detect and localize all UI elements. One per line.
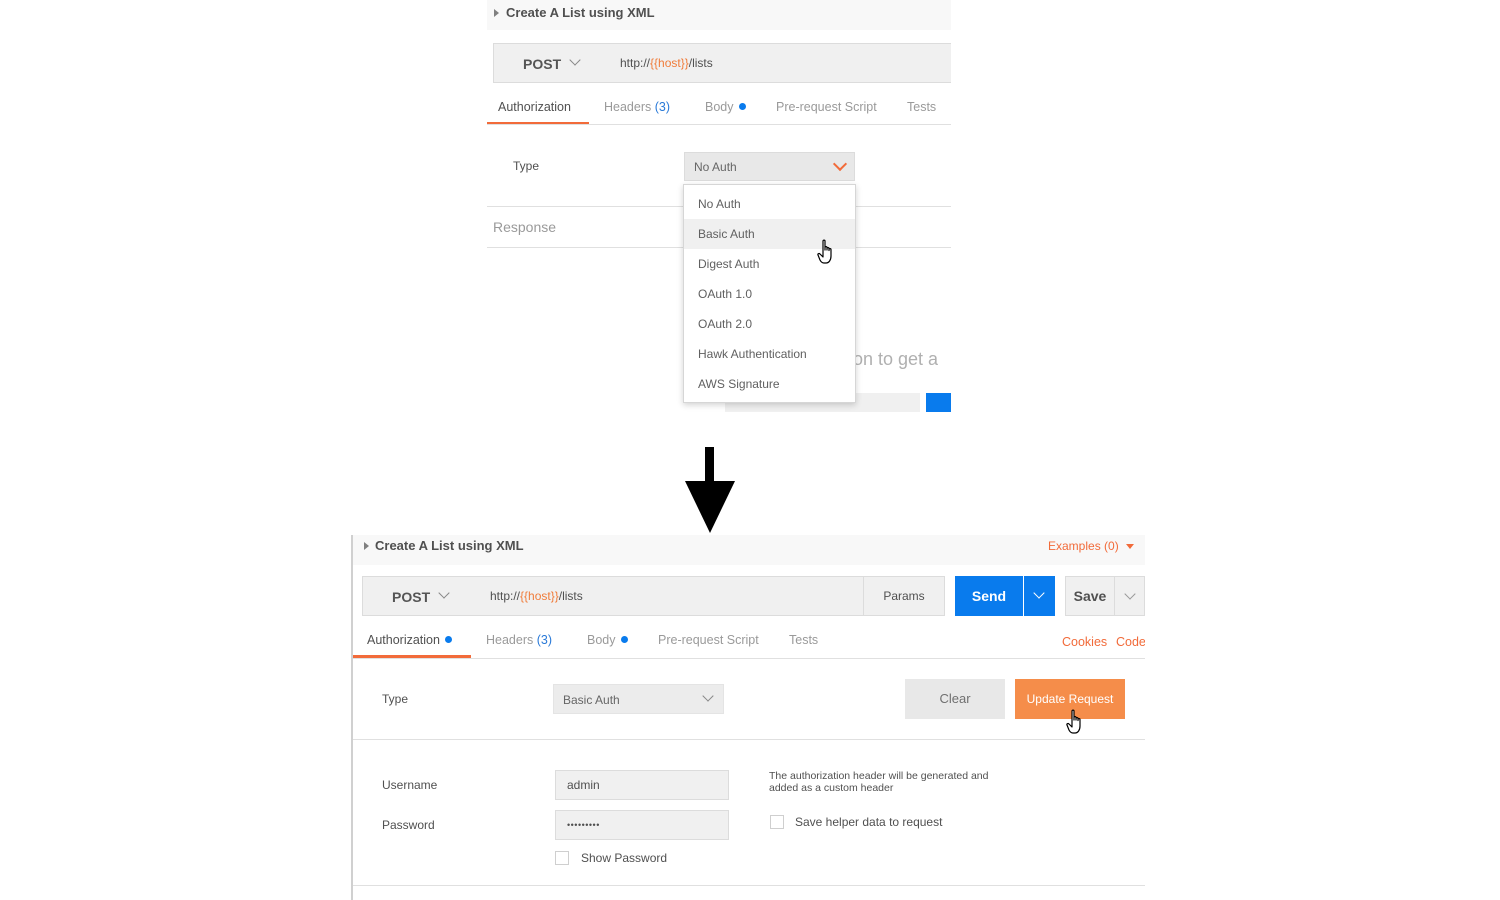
tab-headers-label: Headers (486, 633, 534, 647)
password-field[interactable]: ••••••••• (555, 810, 729, 840)
update-request-label: Update Request (1026, 692, 1114, 706)
clear-button[interactable]: Clear (905, 679, 1005, 719)
after-panel: Create A List using XML Examples (0) POS… (351, 535, 1145, 900)
pointer-hand-icon (817, 239, 832, 264)
request-title[interactable]: Create A List using XML (506, 5, 655, 20)
auth-type-value: Basic Auth (563, 693, 620, 707)
down-arrow-shaft (705, 447, 714, 483)
tab-body[interactable]: Body (705, 100, 746, 114)
before-panel: Create A List using XML POST http://{{ho… (487, 0, 951, 420)
modified-dot-icon (738, 103, 746, 110)
url-variable: {{host}} (650, 56, 689, 70)
auth-type-select[interactable]: No Auth (684, 152, 855, 181)
tab-tests[interactable]: Tests (907, 100, 936, 114)
password-label: Password (382, 818, 435, 832)
chevron-down-icon (832, 156, 848, 172)
username-label: Username (382, 778, 438, 792)
modified-dot-icon (620, 636, 628, 643)
bottom-divider (353, 885, 1145, 886)
tab-body-label: Body (587, 633, 616, 647)
tab-headers-count: (3) (654, 100, 671, 114)
menu-item-oauth1[interactable]: OAuth 1.0 (684, 279, 855, 309)
tab-headers-count: (3) (536, 633, 553, 647)
blue-button-fragment[interactable] (926, 393, 951, 412)
type-label: Type (513, 159, 540, 173)
send-hint-text: tton to get a (843, 349, 939, 369)
auth-info-line-2: added as a custom header (769, 782, 894, 794)
tab-tests[interactable]: Tests (789, 633, 818, 647)
username-value: admin (567, 778, 600, 792)
tab-headers-label: Headers (604, 100, 652, 114)
params-button[interactable]: Params (863, 576, 945, 616)
chevron-down-icon (569, 54, 581, 66)
save-helper-checkbox[interactable] (770, 815, 784, 829)
save-options-button[interactable] (1114, 576, 1145, 616)
request-title[interactable]: Create A List using XML (375, 538, 524, 553)
method-select[interactable]: POST (362, 576, 480, 616)
down-arrow-icon (685, 481, 735, 533)
send-button[interactable]: Send (955, 576, 1023, 616)
menu-item-no-auth[interactable]: No Auth (684, 189, 855, 219)
tab-body[interactable]: Body (587, 633, 628, 647)
url-prefix: http:// (490, 589, 521, 603)
tab-authorization[interactable]: Authorization (367, 633, 452, 647)
examples-label: Examples (0) (1048, 539, 1119, 553)
url-variable: {{host}} (520, 589, 559, 603)
auth-type-select[interactable]: Basic Auth (553, 684, 724, 714)
method-select[interactable]: POST (493, 43, 611, 83)
tabs-divider (487, 124, 951, 125)
method-label: POST (392, 589, 431, 605)
caret-right-icon[interactable] (494, 9, 499, 17)
method-label: POST (523, 56, 562, 72)
url-input[interactable]: http://{{host}}/lists (479, 576, 866, 616)
modified-dot-icon (444, 636, 452, 643)
url-prefix: http:// (620, 56, 651, 70)
menu-item-aws-signature[interactable]: AWS Signature (684, 369, 855, 399)
tab-headers[interactable]: Headers (3) (604, 100, 670, 114)
tab-prerequest[interactable]: Pre-request Script (776, 100, 877, 114)
examples-dropdown[interactable]: Examples (0) (1048, 539, 1135, 553)
username-field[interactable]: admin (555, 770, 729, 800)
cookies-link[interactable]: Cookies (1062, 635, 1107, 649)
params-label: Params (883, 589, 925, 603)
dropdown-caret-icon (1126, 544, 1135, 549)
menu-item-oauth2[interactable]: OAuth 2.0 (684, 309, 855, 339)
clear-label: Clear (939, 691, 971, 706)
url-suffix: /lists (688, 56, 713, 70)
menu-item-hawk[interactable]: Hawk Authentication (684, 339, 855, 369)
code-link[interactable]: Code (1116, 635, 1145, 649)
chevron-down-icon (438, 587, 450, 599)
tab-prerequest[interactable]: Pre-request Script (658, 633, 759, 647)
tabs-divider (353, 658, 1145, 659)
password-value: ••••••••• (567, 820, 600, 830)
type-label: Type (382, 692, 409, 706)
send-label: Send (971, 588, 1007, 604)
auth-section-divider (353, 739, 1145, 740)
chevron-down-icon (702, 690, 714, 702)
caret-right-icon[interactable] (364, 542, 369, 550)
send-options-button[interactable] (1024, 576, 1055, 616)
save-button[interactable]: Save (1065, 576, 1115, 616)
show-password-checkbox[interactable] (555, 851, 569, 865)
tab-headers[interactable]: Headers (3) (486, 633, 552, 647)
save-helper-label: Save helper data to request (795, 815, 943, 829)
tab-authorization-label: Authorization (367, 633, 440, 647)
response-label: Response (493, 219, 557, 235)
url-input[interactable]: http://{{host}}/lists (610, 43, 951, 83)
show-password-label: Show Password (581, 851, 668, 865)
url-suffix: /lists (558, 589, 583, 603)
tab-authorization[interactable]: Authorization (498, 100, 571, 114)
tab-body-label: Body (705, 100, 734, 114)
auth-type-menu: No Auth Basic Auth Digest Auth OAuth 1.0… (683, 184, 856, 403)
auth-info-text: The authorization header will be generat… (769, 770, 989, 794)
pointer-hand-icon (1066, 709, 1081, 734)
chevron-down-icon (1124, 588, 1136, 600)
auth-type-value: No Auth (694, 160, 737, 174)
chevron-down-icon (1033, 587, 1045, 599)
save-label: Save (1073, 588, 1107, 604)
auth-info-line-1: The authorization header will be generat… (769, 770, 989, 782)
